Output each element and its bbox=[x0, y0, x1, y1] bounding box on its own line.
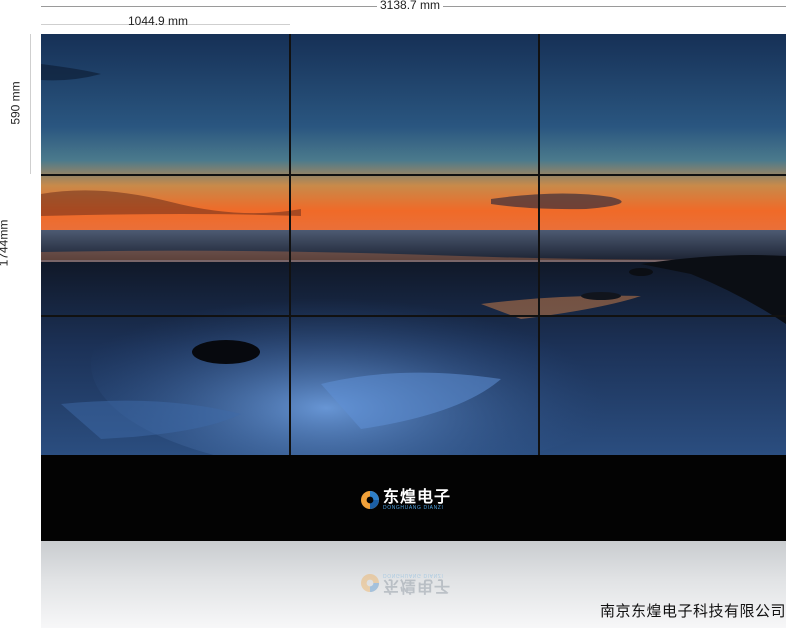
logo-pinyin-text: DONGHUANG DIANZI bbox=[383, 505, 444, 511]
panel-seam-horizontal bbox=[41, 315, 786, 317]
total-width-label: 3138.7 mm bbox=[377, 0, 444, 12]
panel-seam-vertical bbox=[538, 34, 540, 455]
logo-reflection-pinyin: DONGHUANG DIANZI bbox=[383, 572, 444, 578]
unit-height-label: 590 mm bbox=[8, 81, 23, 125]
panel-seam-vertical bbox=[289, 34, 291, 455]
unit-height-line bbox=[30, 34, 31, 174]
brand-mark-reflection-icon bbox=[361, 574, 379, 592]
video-wall bbox=[41, 34, 786, 455]
brand-mark-icon bbox=[361, 491, 379, 509]
company-name: 南京东煌电子科技有限公司 bbox=[599, 602, 786, 620]
seaside-sunset-icon bbox=[41, 34, 786, 455]
logo-chinese-text: 东煌电子 bbox=[383, 487, 452, 506]
brand-logo: 东煌电子 DONGHUANG DIANZI bbox=[360, 489, 451, 511]
panel-seam-horizontal bbox=[41, 174, 786, 176]
unit-width-label: 1044.9 mm bbox=[128, 14, 189, 28]
logo-reflection: 东煌电子 DONGHUANG DIANZI bbox=[360, 572, 452, 596]
logo-reflection-chinese: 东煌电子 bbox=[383, 577, 452, 596]
total-height-label: 1744mm bbox=[0, 219, 11, 267]
